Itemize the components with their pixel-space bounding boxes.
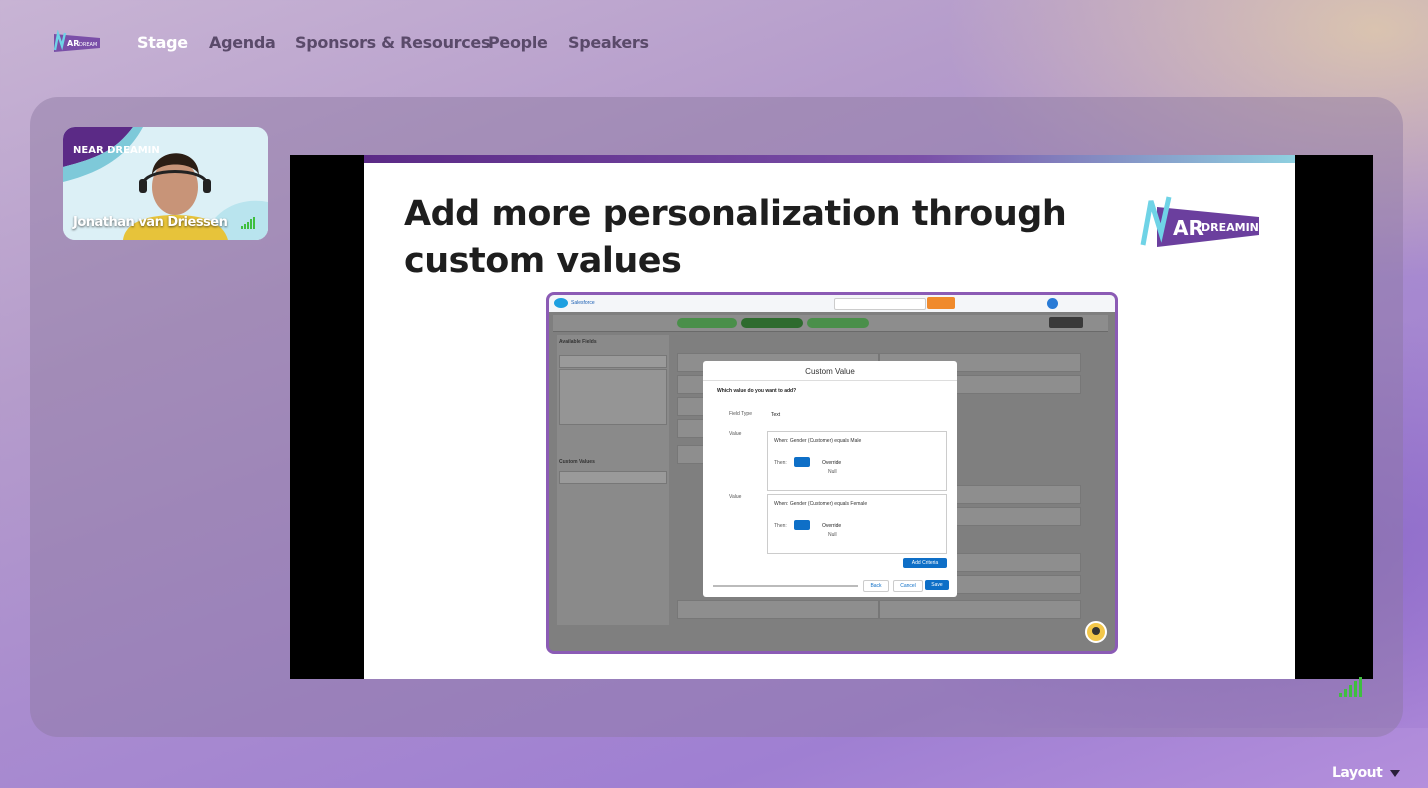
svg-text:AR: AR: [67, 39, 79, 48]
slide-title: Add more personalization through custom …: [404, 191, 1104, 285]
top-navigation: AR DREAM Stage Agenda Sponsors & Resourc…: [0, 0, 1428, 85]
sf-field-row: [677, 600, 879, 619]
rule-2-condition: When: Gender (Customer) equals Female: [774, 501, 868, 507]
salesforce-app-name: Salesforce: [571, 300, 595, 306]
custom-values-heading: Custom Values: [559, 459, 595, 465]
presenter-badge-icon: [1085, 621, 1107, 643]
sf-field-row: [879, 600, 1081, 619]
value-label-2: Value: [729, 494, 742, 500]
field-type-label: Field Type: [729, 411, 752, 417]
value-label-1: Value: [729, 431, 742, 437]
rule-2-toggle: [794, 520, 810, 530]
speaker-camera-tile[interactable]: NEAR DREAMIN Jonathan van Driessen: [63, 127, 268, 240]
field-type-value: Text: [771, 412, 781, 418]
salesforce-cloud-icon: [554, 298, 568, 308]
brand-logo-icon: AR DREAM: [53, 29, 100, 52]
rule-2-null: Null: [828, 532, 837, 538]
salesforce-search-field: [834, 298, 926, 310]
rule-1-then-label: Then:: [774, 460, 787, 466]
svg-text:DREAMIN: DREAMIN: [1201, 221, 1259, 234]
save-button: Save: [925, 580, 949, 590]
shared-screen[interactable]: Add more personalization through custom …: [290, 155, 1373, 679]
toolbar-dark-button: [1049, 317, 1083, 328]
nav-speakers[interactable]: Speakers: [568, 33, 649, 52]
svg-text:DREAM: DREAM: [79, 42, 97, 48]
salesforce-header: Salesforce: [549, 295, 1115, 312]
custom-value-modal: Custom Value Which value do you want to …: [703, 361, 957, 597]
progress-step-2: [741, 318, 803, 328]
signal-bars-icon: [241, 217, 255, 229]
signal-strength-icon: [1339, 677, 1362, 697]
slide-accent-bar: [364, 155, 1295, 163]
fields-search: [559, 355, 667, 368]
custom-values-search: [559, 471, 667, 484]
modal-divider: [703, 380, 957, 381]
rule-1-condition: When: Gender (Customer) equals Male: [774, 438, 862, 444]
modal-title: Custom Value: [805, 367, 855, 376]
rule-1-override: Override: [822, 460, 842, 466]
salesforce-search-button: [927, 297, 955, 309]
caret-down-icon[interactable]: [1390, 770, 1400, 777]
rule-2-override: Override: [822, 523, 842, 529]
rule-1-toggle: [794, 457, 810, 467]
back-button: Back: [863, 580, 889, 592]
nav-people[interactable]: People: [488, 33, 548, 52]
slide-title-line-2: custom values: [404, 241, 682, 281]
available-fields-heading: Available Fields: [559, 339, 597, 345]
participant-name: Jonathan van Driessen: [73, 215, 228, 230]
user-avatar-icon: [1047, 298, 1058, 309]
salesforce-screenshot: Salesforce Available Fields Custom Value…: [546, 292, 1118, 654]
rule-2-then-label: Then:: [774, 523, 787, 529]
available-fields-panel: Available Fields Custom Values: [557, 335, 669, 625]
rule-box-1: When: Gender (Customer) equals Male Then…: [767, 431, 947, 491]
salesforce-toolbar: [553, 315, 1108, 332]
add-criteria-button: Add Criteria: [903, 558, 947, 568]
slide-title-line-1: Add more personalization through: [404, 194, 1067, 234]
fields-list: [559, 369, 667, 425]
layout-button[interactable]: Layout: [1332, 765, 1383, 781]
modal-question: Which value do you want to add?: [717, 388, 797, 394]
near-dreamin-logo-icon: AR DREAMIN: [1140, 196, 1259, 247]
rule-1-null: Null: [828, 469, 837, 475]
nav-stage[interactable]: Stage: [137, 33, 188, 52]
svg-text:AR: AR: [1173, 216, 1204, 240]
brand-logo[interactable]: AR DREAM: [52, 29, 102, 54]
nav-sponsors-resources[interactable]: Sponsors & Resources: [295, 33, 491, 52]
cancel-button: Cancel: [893, 580, 923, 592]
progress-step-3: [807, 318, 869, 328]
svg-text:NEAR DREAMIN: NEAR DREAMIN: [73, 145, 160, 156]
rule-box-2: When: Gender (Customer) equals Female Th…: [767, 494, 947, 554]
modal-slider: [713, 585, 858, 587]
nav-agenda[interactable]: Agenda: [209, 33, 276, 52]
presentation-slide: Add more personalization through custom …: [364, 155, 1295, 679]
progress-step-1: [677, 318, 737, 328]
